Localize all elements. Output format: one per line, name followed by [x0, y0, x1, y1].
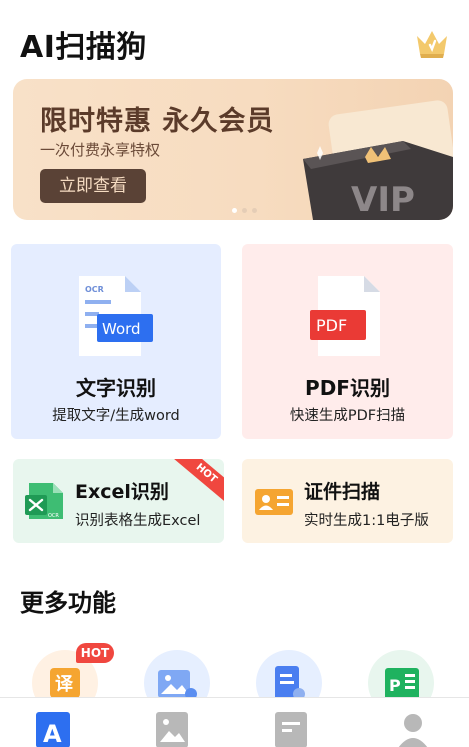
pdf-recognition-subtitle: 快速生成PDF扫描: [289, 408, 406, 424]
id-card-icon: [255, 489, 293, 515]
pdf-recognition-title: PDF识别: [305, 376, 390, 400]
text-scan-icon: A: [36, 712, 70, 747]
app-title: AI扫描狗: [20, 30, 147, 65]
pdf-file-icon: PDF: [310, 276, 380, 356]
ppt-icon: P: [385, 668, 419, 700]
image-icon: [156, 712, 188, 747]
id-scan-subtitle: 实时生成1:1电子版: [304, 513, 429, 529]
image-function[interactable]: [144, 650, 210, 716]
document-function[interactable]: [256, 650, 322, 716]
ppt-glyph: P: [389, 676, 401, 695]
profile-icon: [398, 714, 428, 747]
pager-dot: [242, 208, 247, 213]
ocr-tag-text: OCR: [85, 285, 104, 294]
text-recognition-card[interactable]: OCR Word 文字识别 提取文字/生成word: [11, 244, 221, 439]
text-recognition-title: 文字识别: [76, 376, 156, 400]
hot-badge: HOT: [76, 643, 114, 663]
translate-glyph: 译: [55, 674, 74, 695]
pager-dot: [252, 208, 257, 213]
vip-card-text: VIP: [351, 180, 415, 220]
image-pdf-icon: [158, 670, 197, 700]
excel-recognition-card[interactable]: OCR Excel识别 识别表格生成Excel HOT: [13, 459, 224, 543]
ocr-word-icon: OCR Word: [79, 276, 153, 356]
view-now-button[interactable]: 立即查看: [40, 169, 146, 203]
pdf-recognition-card[interactable]: PDF PDF识别 快速生成PDF扫描: [242, 244, 453, 439]
translate-icon: 译: [50, 668, 80, 698]
tab-profile[interactable]: [393, 712, 433, 747]
text-recognition-subtitle: 提取文字/生成word: [52, 408, 180, 424]
tab-images[interactable]: [152, 712, 192, 747]
excel-file-icon: OCR: [25, 483, 63, 519]
bottom-tab-bar: A: [0, 697, 469, 747]
excel-recognition-title: Excel识别: [75, 481, 169, 503]
ppt-function[interactable]: P: [368, 650, 434, 716]
excel-ocr-tag: OCR: [48, 513, 59, 519]
pdf-label-text: PDF: [316, 316, 347, 335]
word-label-text: Word: [102, 320, 141, 338]
header: AI扫描狗: [0, 0, 469, 78]
excel-recognition-subtitle: 识别表格生成Excel: [75, 513, 201, 529]
vip-crown-icon[interactable]: [414, 26, 450, 60]
more-functions-title: 更多功能: [20, 589, 116, 617]
tab-documents[interactable]: [271, 712, 311, 747]
id-scan-card[interactable]: 证件扫描 实时生成1:1电子版: [242, 459, 453, 543]
id-scan-title: 证件扫描: [304, 481, 381, 503]
banner-pager: [229, 208, 261, 214]
banner-subtitle: 一次付费永享特权: [40, 141, 161, 159]
document-icon: [275, 712, 307, 747]
document-scan-icon: [275, 666, 305, 700]
scan-tab-glyph: A: [43, 720, 62, 747]
pager-dot: [232, 208, 237, 213]
tab-scan[interactable]: A: [33, 712, 73, 747]
promo-banner[interactable]: 限时特惠 永久会员 一次付费永享特权 立即查看 VIP: [13, 79, 453, 220]
vip-card-icon: VIP: [303, 100, 453, 220]
banner-title: 限时特惠 永久会员: [40, 106, 275, 137]
hot-badge: HOT: [169, 459, 224, 507]
